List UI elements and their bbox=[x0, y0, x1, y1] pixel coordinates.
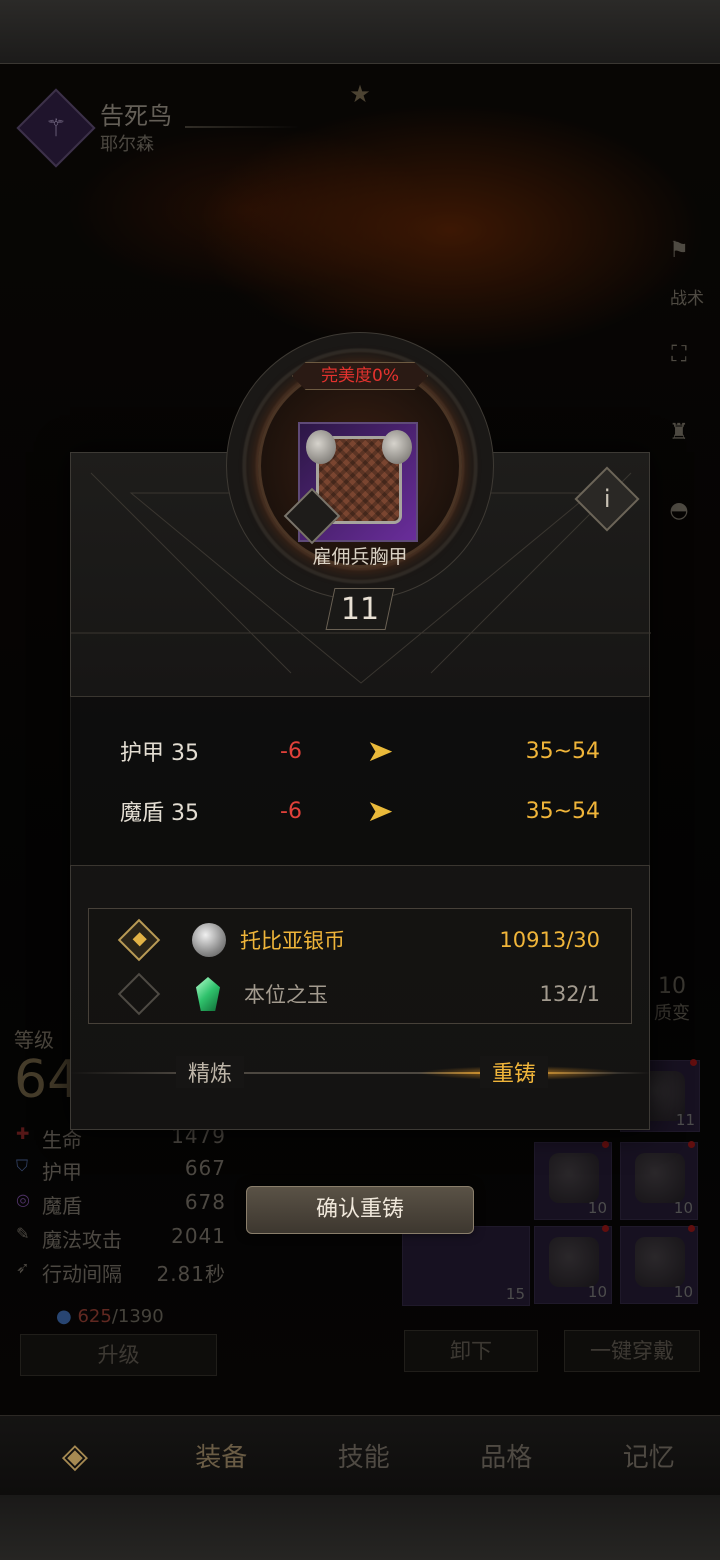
bottom-nav: ◈ 装备 技能 品格 记忆 bbox=[0, 1415, 720, 1495]
mode-tabs: 精炼 重铸 bbox=[70, 1052, 650, 1094]
material-row[interactable]: 本位之玉 132/1 bbox=[116, 972, 600, 1016]
top-bar bbox=[0, 0, 720, 64]
nav-home-button[interactable]: ◈ bbox=[0, 1416, 150, 1496]
pauldron-icon bbox=[306, 430, 336, 464]
material-row[interactable]: 托比亚银币 10913/30 bbox=[116, 918, 600, 962]
confirm-reforge-button[interactable]: 确认重铸 bbox=[246, 1186, 474, 1234]
checkbox[interactable] bbox=[117, 918, 161, 962]
arrow-right-icon: ➤ bbox=[366, 733, 394, 769]
stat-change-row: 护甲 35 -6 ➤ 35~54 bbox=[120, 733, 600, 769]
perfection-badge: 完美度0% bbox=[292, 362, 428, 390]
item-name: 雇佣兵胸甲 bbox=[312, 546, 408, 568]
tab-refine[interactable]: 精炼 bbox=[176, 1056, 245, 1088]
nav-tab-skills[interactable]: 技能 bbox=[293, 1437, 436, 1474]
arrow-right-icon: ➤ bbox=[366, 793, 394, 829]
stat-change-row: 魔盾 35 -6 ➤ 35~54 bbox=[120, 793, 600, 829]
silver-coin-icon bbox=[192, 923, 226, 957]
checkbox[interactable] bbox=[117, 972, 161, 1016]
game-screen: ⚚ 告死鸟 耶尔森 ★ ⚑ 战术 ⛶ ♜ ◓ 等级 64 ✚ 生命 1479 ⛉ 护甲… bbox=[0, 0, 720, 1560]
stat-preview-panel bbox=[70, 696, 650, 866]
nav-tab-equipment[interactable]: 装备 bbox=[150, 1437, 293, 1474]
item-level-badge: 11 bbox=[325, 588, 395, 630]
info-icon: i bbox=[603, 484, 611, 513]
nav-tab-memory[interactable]: 记忆 bbox=[578, 1437, 720, 1474]
bottom-bezel bbox=[0, 1495, 720, 1560]
diamond-arrow-icon: ◈ bbox=[61, 1435, 89, 1476]
jade-gem-icon bbox=[196, 977, 220, 1011]
nav-tab-traits[interactable]: 品格 bbox=[435, 1437, 578, 1474]
tab-reforge[interactable]: 重铸 bbox=[480, 1056, 549, 1088]
pauldron-icon bbox=[382, 430, 412, 464]
